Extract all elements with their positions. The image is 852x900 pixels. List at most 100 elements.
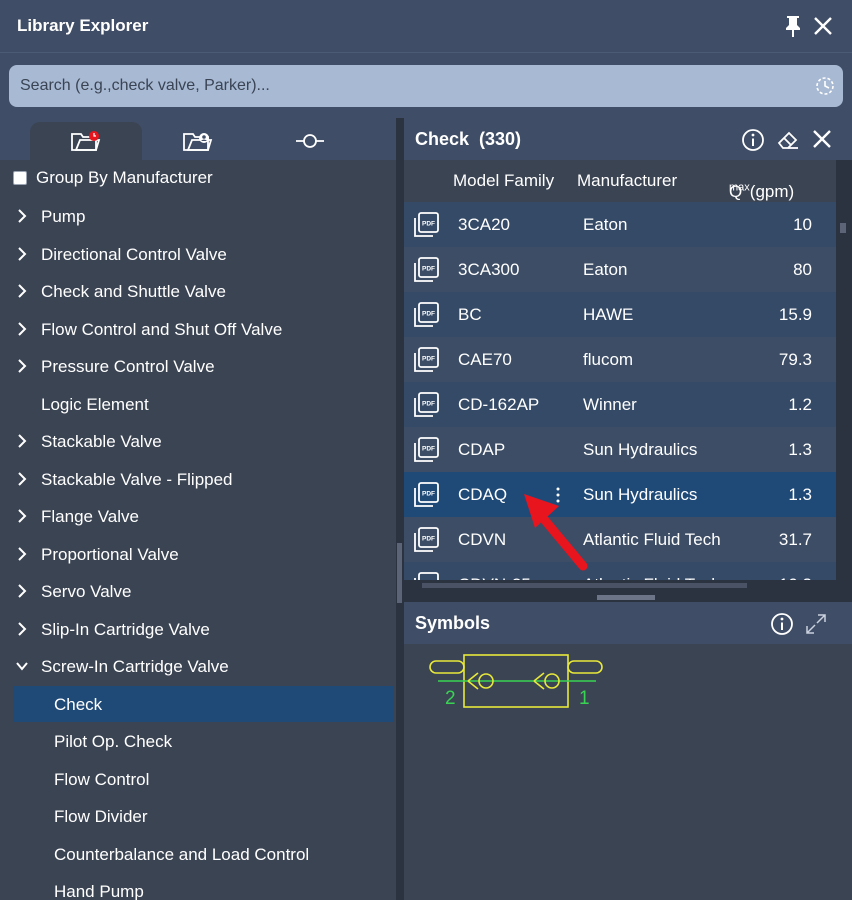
chevron-right-icon[interactable] — [16, 321, 28, 336]
symbols-body: 2 1 — [404, 644, 852, 900]
svg-text:PDF: PDF — [422, 446, 435, 453]
search-input[interactable] — [9, 65, 799, 107]
symbols-header: Symbols — [404, 602, 852, 644]
tab-library[interactable] — [30, 122, 142, 160]
col-manufacturer[interactable]: Manufacturer — [577, 171, 677, 191]
chevron-down-icon[interactable] — [16, 659, 28, 673]
close-results-icon[interactable] — [812, 129, 832, 149]
tree-item-label: Stackable Valve - Flipped — [41, 469, 233, 489]
close-icon[interactable] — [813, 16, 833, 36]
folder-badge-icon — [71, 131, 101, 151]
chevron-right-icon[interactable] — [16, 434, 28, 448]
tree-item[interactable]: Servo Valve — [0, 573, 396, 609]
table-row[interactable]: PDF CD-162AP Winner 1.2 — [404, 382, 836, 427]
tree-item-label: Logic Element — [41, 394, 149, 414]
tab-connectors[interactable] — [254, 122, 366, 160]
tree-item[interactable]: Flow Divider — [13, 798, 394, 834]
chevron-right-icon[interactable] — [16, 471, 28, 486]
symbols-info-icon[interactable] — [770, 612, 794, 636]
tree-item[interactable]: Counterbalance and Load Control — [13, 836, 394, 872]
pin-icon[interactable] — [782, 14, 804, 38]
horizontal-scrollbar[interactable] — [404, 580, 836, 602]
table-row[interactable]: PDF BC HAWE 15.9 — [404, 292, 836, 337]
chevron-right-icon[interactable] — [16, 209, 28, 223]
tree-item[interactable]: Stackable Valve - Flipped — [0, 461, 396, 497]
tree-item[interactable]: Pump — [0, 198, 396, 234]
pdf-icon[interactable]: PDF — [413, 256, 440, 283]
cell-qmax: 79.3 — [778, 350, 812, 369]
tree-item-label: Stackable Valve — [41, 432, 162, 451]
cell-qmax: 1.3 — [788, 440, 812, 459]
tree-item[interactable]: Hand Pump — [13, 873, 394, 900]
tree-item[interactable]: Slip-In Cartridge Valve — [0, 611, 396, 647]
vertical-scrollbar[interactable] — [836, 160, 852, 602]
cell-manufacturer: Atlantic Fluid Tech — [583, 530, 721, 549]
vertical-scroll-thumb[interactable] — [840, 223, 846, 233]
cell-manufacturer: Winner — [583, 395, 637, 414]
chevron-right-icon[interactable] — [16, 621, 28, 636]
symbols-title: Symbols — [415, 613, 491, 633]
table-row[interactable]: PDF CDVN Atlantic Fluid Tech 31.7 — [404, 517, 836, 562]
pdf-icon[interactable]: PDF — [413, 301, 440, 328]
table-row[interactable]: PDF CAE70 flucom 79.3 — [404, 337, 836, 382]
tree-item[interactable]: Pressure Control Valve — [0, 348, 396, 384]
cell-model-family: CDAP — [458, 440, 506, 459]
search-box — [9, 65, 843, 107]
pdf-icon[interactable]: PDF — [413, 436, 440, 463]
group-by-manufacturer[interactable]: Group By Manufacturer — [13, 168, 213, 188]
tree-item[interactable]: Check and Shuttle Valve — [0, 273, 396, 309]
tree-item[interactable]: Flow Control — [13, 761, 394, 797]
left-scroll-thumb[interactable] — [397, 543, 402, 603]
table-row[interactable]: PDF 3CA300 Eaton 80 — [404, 247, 836, 292]
chevron-right-icon[interactable] — [16, 284, 28, 298]
tree-item[interactable]: Stackable Valve — [0, 423, 396, 459]
tree-item[interactable]: Screw-In Cartridge Valve — [0, 648, 396, 684]
tree-item[interactable]: Pilot Op. Check — [13, 723, 394, 759]
cell-manufacturer: HAWE — [583, 305, 634, 324]
expand-icon[interactable] — [804, 612, 828, 636]
pdf-icon[interactable]: PDF — [413, 211, 440, 238]
title-bar: Library Explorer — [0, 0, 852, 52]
cell-manufacturer: Eaton — [583, 215, 628, 234]
window-title: Library Explorer — [17, 16, 149, 35]
chevron-right-icon[interactable] — [16, 359, 28, 373]
check-valve-symbol[interactable]: 2 1 — [426, 652, 606, 712]
tree-item[interactable]: Flange Valve — [0, 498, 396, 534]
tree-item-label: Screw-In Cartridge Valve — [41, 657, 229, 676]
tree-item[interactable]: Logic Element — [0, 386, 396, 422]
chevron-right-icon[interactable] — [16, 584, 28, 598]
chevron-right-icon[interactable] — [16, 246, 28, 261]
table-row[interactable]: PDF CDAP Sun Hydraulics 1.3 — [404, 427, 836, 472]
cell-model-family: 3CA300 — [458, 260, 520, 279]
group-by-checkbox[interactable] — [13, 171, 27, 185]
scroll-thumb[interactable] — [597, 595, 655, 600]
pdf-icon[interactable]: PDF — [413, 391, 440, 418]
tree-item[interactable]: Proportional Valve — [0, 536, 396, 572]
chevron-right-icon[interactable] — [16, 509, 28, 523]
svg-text:PDF: PDF — [422, 356, 435, 363]
tree-item[interactable]: Flow Control and Shut Off Valve — [0, 311, 396, 347]
col-qmax[interactable]: Qmax (gpm) — [729, 171, 794, 201]
cell-manufacturer: flucom — [583, 350, 634, 369]
history-icon[interactable] — [815, 76, 835, 96]
chevron-right-icon[interactable] — [16, 546, 28, 561]
results-table: PDF 3CA20 Eaton 10 PDF 3CA300 Eaton 80 PDF BC HAWE… — [404, 202, 836, 582]
table-row[interactable]: PDF 3CA20 Eaton 10 — [404, 202, 836, 247]
tree-item[interactable]: Directional Control Valve — [0, 236, 396, 272]
tree-item[interactable]: Check — [13, 685, 394, 722]
tree-item-label: Pump — [41, 207, 86, 226]
tree-item-label: Check and Shuttle Valve — [41, 282, 226, 301]
tab-shared[interactable] — [142, 122, 254, 160]
col-model-family[interactable]: Model Family — [453, 171, 554, 191]
cell-manufacturer: Sun Hydraulics — [583, 485, 698, 504]
pdf-icon[interactable]: PDF — [413, 346, 440, 373]
pdf-icon[interactable]: PDF — [413, 481, 440, 508]
pdf-icon[interactable]: PDF — [413, 526, 440, 553]
table-row[interactable]: PDF CDAQ Sun Hydraulics 1.3 — [404, 472, 836, 517]
cell-model-family: CDAQ — [458, 485, 508, 504]
info-icon[interactable] — [741, 128, 765, 152]
left-scrollbar[interactable] — [396, 118, 404, 900]
eraser-icon[interactable] — [776, 128, 800, 152]
table-row[interactable]: PDFCDVN-25Atlantic Fluid Tech10.3 — [404, 562, 836, 582]
cell-qmax: 1.3 — [788, 485, 812, 504]
